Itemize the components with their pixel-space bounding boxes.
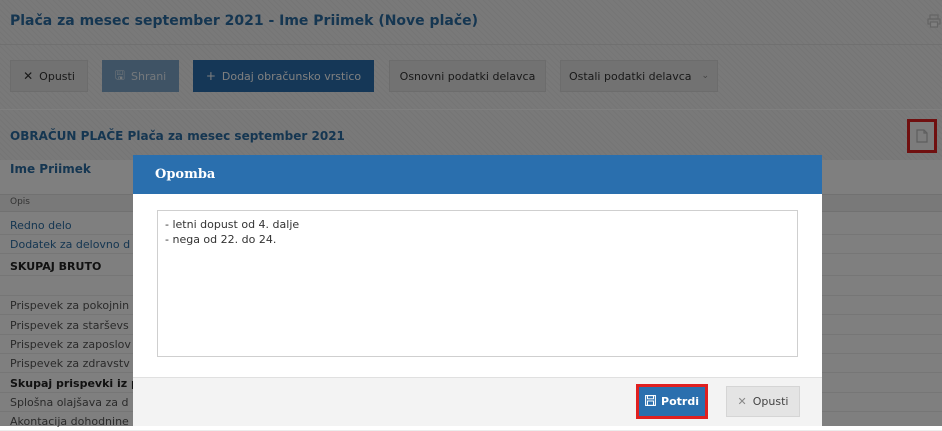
confirm-button-label: Potrdi xyxy=(661,395,699,408)
confirm-button[interactable]: Potrdi xyxy=(636,384,708,419)
dialog-footer xyxy=(133,377,822,426)
note-line: - letni dopust od 4. dalje xyxy=(165,218,300,231)
note-line: - nega od 22. do 24. xyxy=(165,233,277,246)
dialog-header: Opomba xyxy=(133,155,822,194)
close-icon: ✕ xyxy=(737,395,747,408)
dialog-cancel-button[interactable]: ✕ Opusti xyxy=(726,386,800,417)
floppy-glyph xyxy=(645,394,656,406)
save-icon xyxy=(645,394,656,409)
note-textarea[interactable]: - letni dopust od 4. dalje - nega od 22.… xyxy=(157,210,798,357)
dialog-title: Opomba xyxy=(155,167,216,182)
note-dialog: Opomba - letni dopust od 4. dalje - nega… xyxy=(133,155,822,426)
dialog-cancel-label: Opusti xyxy=(752,395,789,408)
